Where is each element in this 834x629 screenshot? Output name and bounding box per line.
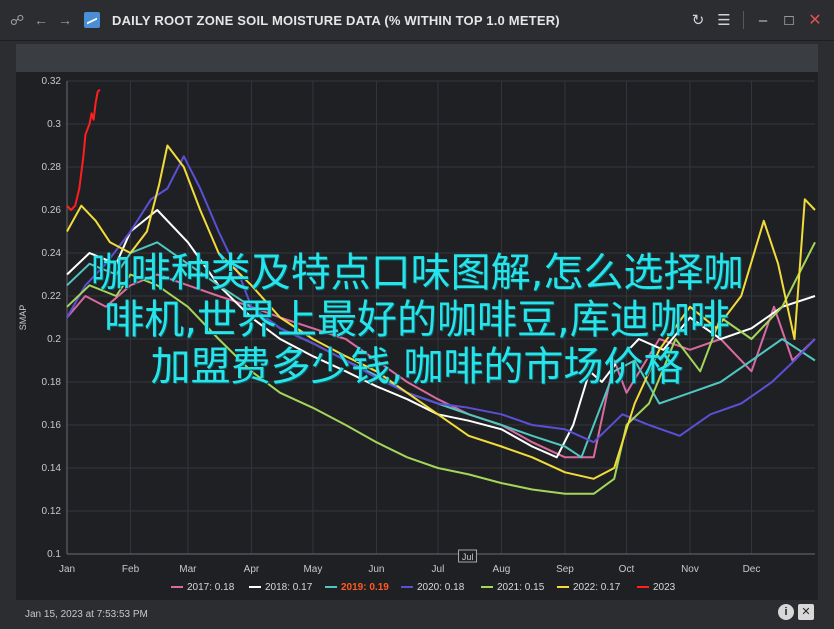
y-tick-label: 0.24 [42, 248, 62, 259]
forward-arrow-icon[interactable]: → [58, 12, 72, 28]
series-line [66, 88, 101, 211]
legend-item: 2021: 0.15 [497, 582, 545, 593]
series-line [66, 241, 816, 495]
x-tick-label: Dec [743, 564, 761, 575]
info-icon[interactable]: i [778, 604, 794, 620]
legend-item: 2020: 0.18 [417, 582, 465, 593]
chart-toolbar-strip [16, 44, 818, 72]
chart-app-logo-icon [84, 12, 100, 28]
chart-panel: 0.1 0.12 0.14 0.16 0.18 0.2 0.22 0.24 0.26 0.28 0.… [16, 72, 818, 606]
close-box-icon[interactable]: ✕ [798, 604, 814, 620]
footer-icons: i ✕ [778, 604, 814, 620]
y-tick-label: 0.18 [42, 377, 62, 388]
series-line [66, 144, 816, 480]
y-tick-label: 0.22 [42, 291, 62, 302]
legend-item: 2018: 0.17 [265, 582, 313, 593]
y-tick-label: 0.3 [47, 119, 61, 130]
y-tick-label: 0.16 [42, 420, 62, 431]
x-tick-label: Mar [179, 564, 197, 575]
x-tick-label: Apr [244, 564, 260, 575]
y-tick-label: 0.14 [42, 463, 62, 474]
x-tick-label: Jul [432, 564, 445, 575]
y-axis-label: SMAP [18, 305, 28, 331]
x-marker-label: Jul [462, 552, 474, 562]
x-tick-label: May [303, 564, 322, 575]
link-icon[interactable]: ☍ [10, 12, 24, 29]
y-tick-label: 0.1 [47, 549, 61, 560]
minimize-icon[interactable]: – [750, 12, 776, 29]
legend-item: 2023 [653, 582, 676, 593]
series-line [66, 155, 816, 444]
y-tick-label: 0.2 [47, 334, 61, 345]
soil-moisture-chart: 0.1 0.12 0.14 0.16 0.18 0.2 0.22 0.24 0.26 0.28 0.… [18, 76, 816, 593]
status-footer: Jan 15, 2023 at 7:53:53 PM i ✕ [0, 600, 834, 629]
footer-timestamp: Jan 15, 2023 at 7:53:53 PM [25, 609, 148, 620]
window-controls: ↻ ☰ – □ ✕ [685, 0, 828, 40]
legend-item: 2019: 0.19 [341, 582, 389, 593]
back-arrow-icon[interactable]: ← [34, 12, 48, 28]
x-tick-label: Nov [681, 564, 699, 575]
refresh-icon[interactable]: ↻ [685, 11, 711, 29]
x-tick-label: Feb [122, 564, 140, 575]
maximize-icon[interactable]: □ [776, 12, 802, 29]
y-tick-label: 0.12 [42, 506, 62, 517]
x-tick-label: Sep [556, 564, 574, 575]
window-titlebar: ☍ ← → DAILY ROOT ZONE SOIL MOISTURE DATA… [0, 0, 834, 41]
menu-icon[interactable]: ☰ [711, 11, 737, 29]
window-title: DAILY ROOT ZONE SOIL MOISTURE DATA (% WI… [112, 12, 560, 28]
x-tick-label: Oct [619, 564, 635, 575]
y-tick-label: 0.32 [42, 76, 62, 87]
legend-item: 2022: 0.17 [573, 582, 621, 593]
x-tick-label: Aug [493, 564, 511, 575]
titlebar-divider [743, 11, 744, 29]
y-tick-label: 0.28 [42, 162, 62, 173]
legend-item: 2017: 0.18 [187, 582, 235, 593]
x-tick-label: Jun [368, 564, 384, 575]
y-tick-label: 0.26 [42, 205, 62, 216]
x-tick-label: Jan [59, 564, 75, 575]
close-icon[interactable]: ✕ [802, 10, 828, 30]
